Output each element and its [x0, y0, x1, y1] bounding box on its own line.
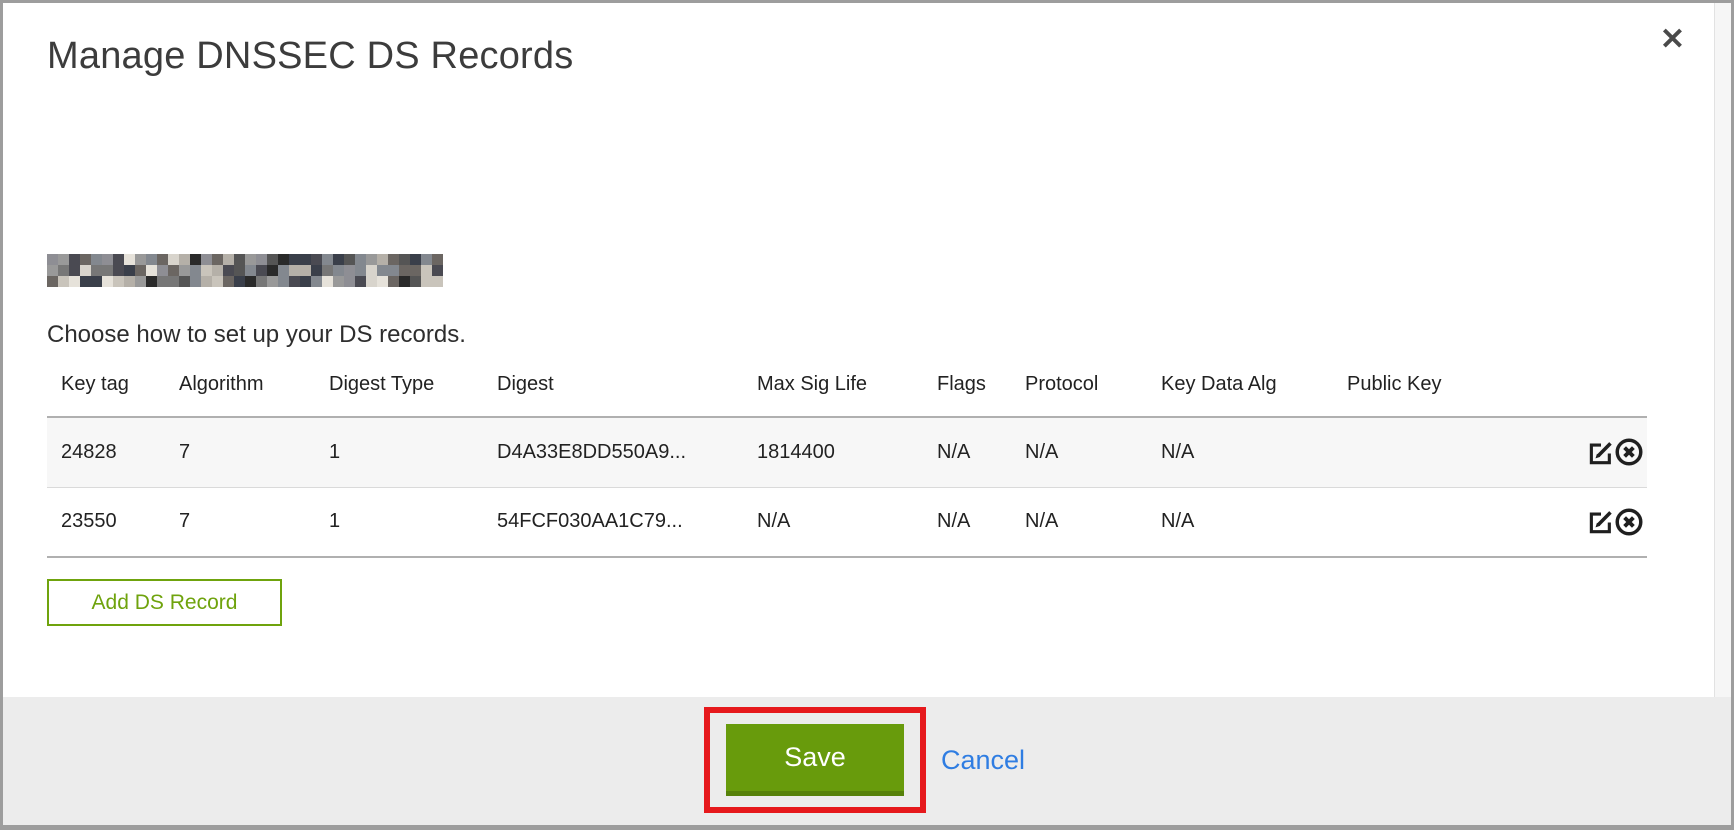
table-cell: 24828: [47, 417, 165, 487]
row-actions: [1573, 487, 1647, 557]
table-cell: 7: [165, 417, 315, 487]
table-cell: 23550: [47, 487, 165, 557]
column-header: Public Key: [1333, 363, 1573, 417]
cancel-link[interactable]: Cancel: [941, 745, 1025, 776]
table-cell: N/A: [923, 417, 1011, 487]
table-cell: 1: [315, 487, 483, 557]
table-cell: 1: [315, 417, 483, 487]
page-background-strip: [1714, 3, 1731, 697]
column-header: Digest Type: [315, 363, 483, 417]
delete-icon[interactable]: [1614, 507, 1644, 537]
table-cell: 1814400: [743, 417, 923, 487]
table-header-row: Key tagAlgorithmDigest TypeDigestMax Sig…: [47, 363, 1647, 417]
edit-record-button[interactable]: [1587, 508, 1614, 535]
save-button[interactable]: Save: [726, 724, 904, 796]
table-row: 2482871D4A33E8DD550A9...1814400N/AN/AN/A: [47, 417, 1647, 487]
dnssec-modal: Manage DNSSEC DS Records ✕ Choose how to…: [0, 0, 1734, 830]
column-header: Digest: [483, 363, 743, 417]
ds-records-table: Key tagAlgorithmDigest TypeDigestMax Sig…: [47, 363, 1647, 558]
table-row: 235507154FCF030AA1C79...N/AN/AN/AN/A: [47, 487, 1647, 557]
column-header: Key tag: [47, 363, 165, 417]
close-icon[interactable]: ✕: [1660, 25, 1685, 55]
table-cell: N/A: [1011, 417, 1147, 487]
table-cell: 7: [165, 487, 315, 557]
column-header: Max Sig Life: [743, 363, 923, 417]
delete-record-button[interactable]: [1614, 507, 1644, 537]
table-cell: [1333, 417, 1573, 487]
annotation-highlight-box: Save: [704, 707, 926, 813]
table-cell: D4A33E8DD550A9...: [483, 417, 743, 487]
table-cell: 54FCF030AA1C79...: [483, 487, 743, 557]
column-header: Protocol: [1011, 363, 1147, 417]
table-cell: N/A: [1147, 487, 1333, 557]
domain-name-redacted: [47, 254, 443, 287]
instruction-text: Choose how to set up your DS records.: [47, 321, 466, 349]
delete-icon[interactable]: [1614, 437, 1644, 467]
table-cell: N/A: [1011, 487, 1147, 557]
row-actions: [1573, 417, 1647, 487]
table-cell: N/A: [743, 487, 923, 557]
column-header: Flags: [923, 363, 1011, 417]
page-title: Manage DNSSEC DS Records: [47, 35, 573, 78]
column-header: Algorithm: [165, 363, 315, 417]
table-cell: N/A: [923, 487, 1011, 557]
table-cell: N/A: [1147, 417, 1333, 487]
add-ds-record-button[interactable]: Add DS Record: [47, 579, 282, 626]
delete-record-button[interactable]: [1614, 437, 1644, 467]
column-header-actions: [1573, 363, 1647, 417]
edit-record-button[interactable]: [1587, 439, 1614, 466]
table-cell: [1333, 487, 1573, 557]
column-header: Key Data Alg: [1147, 363, 1333, 417]
edit-icon[interactable]: [1587, 508, 1614, 535]
edit-icon[interactable]: [1587, 439, 1614, 466]
